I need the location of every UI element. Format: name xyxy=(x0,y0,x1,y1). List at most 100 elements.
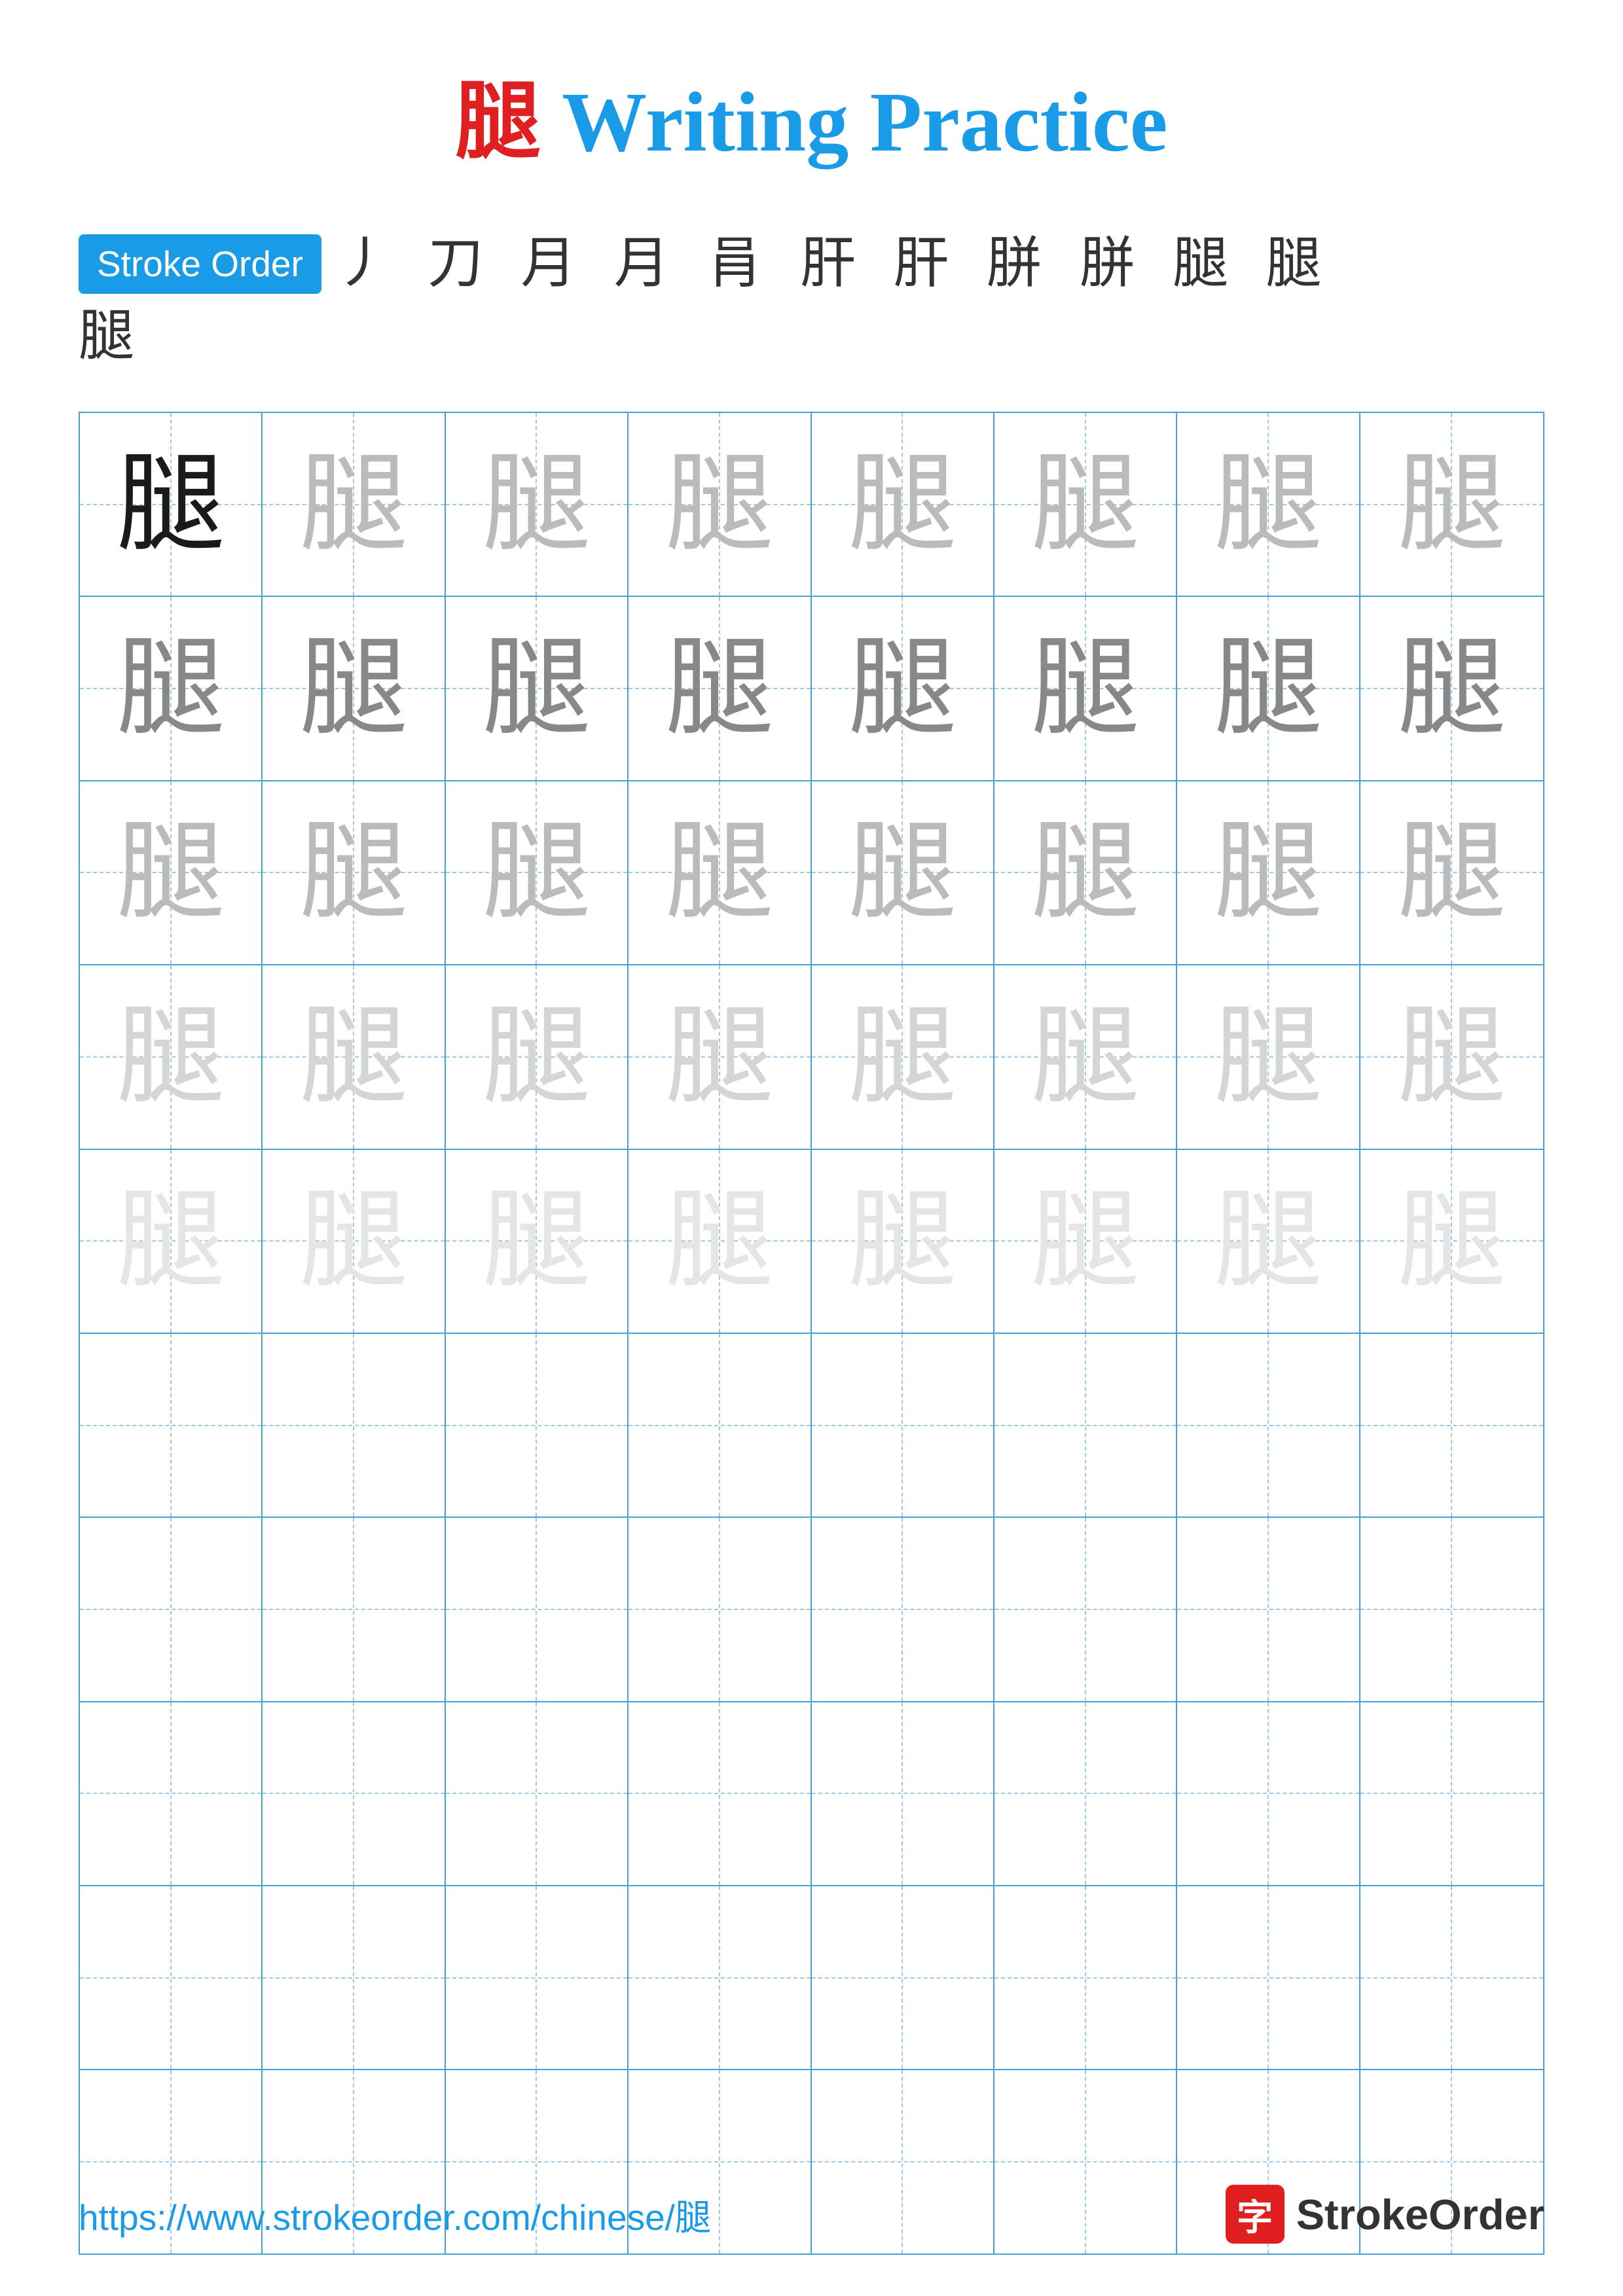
grid-row: 腿腿腿腿腿腿腿腿 xyxy=(80,413,1543,597)
page-container: 腿 Writing Practice Stroke Order 丿 刀 月 月 … xyxy=(0,0,1623,2296)
practice-char: 腿 xyxy=(483,819,591,927)
grid-cell xyxy=(263,1518,445,1700)
grid-row: 腿腿腿腿腿腿腿腿 xyxy=(80,965,1543,1149)
practice-char: 腿 xyxy=(117,450,225,558)
practice-char: 腿 xyxy=(1214,819,1322,927)
grid-row xyxy=(80,1518,1543,1702)
practice-char: 腿 xyxy=(848,819,957,927)
grid-cell: 腿 xyxy=(80,413,263,596)
grid-cell: 腿 xyxy=(994,1150,1177,1333)
grid-cell: 腿 xyxy=(994,597,1177,780)
grid-cell: 腿 xyxy=(1360,965,1543,1148)
grid-cell xyxy=(80,1702,263,1885)
footer-url: https://www.strokeorder.com/chinese/腿 xyxy=(79,2188,711,2240)
footer-logo-text: StrokeOrder xyxy=(1296,2190,1544,2239)
practice-char: 腿 xyxy=(1214,1003,1322,1111)
grid-cell: 腿 xyxy=(1177,781,1360,964)
grid-cell: 腿 xyxy=(994,781,1177,964)
grid-cell: 腿 xyxy=(1360,413,1543,596)
grid-cell: 腿 xyxy=(994,413,1177,596)
grid-cell: 腿 xyxy=(80,597,263,780)
practice-char: 腿 xyxy=(483,635,591,743)
grid-cell xyxy=(1360,1886,1543,2069)
stroke-chars-line2: 腿 xyxy=(79,306,146,367)
grid-cell xyxy=(80,1518,263,1700)
page-title: 腿 Writing Practice xyxy=(456,52,1168,175)
grid-cell xyxy=(1177,1702,1360,1885)
practice-char: 腿 xyxy=(1398,635,1506,743)
practice-char: 腿 xyxy=(665,819,773,927)
grid-row xyxy=(80,1886,1543,2070)
grid-cell xyxy=(446,1334,629,1516)
grid-cell xyxy=(1360,1702,1543,1885)
grid-cell: 腿 xyxy=(994,965,1177,1148)
grid-cell xyxy=(812,1886,994,2069)
grid-row xyxy=(80,1702,1543,1886)
grid-cell xyxy=(994,1334,1177,1516)
stroke-chars-line1: 丿 刀 月 月 肙 肝 肝 胼 胼 腿 腿 xyxy=(335,228,1334,300)
stroke-order-badge: Stroke Order xyxy=(79,234,321,295)
practice-char: 腿 xyxy=(1214,450,1322,558)
grid-cell xyxy=(80,1334,263,1516)
grid-cell: 腿 xyxy=(263,781,445,964)
grid-cell xyxy=(629,1518,811,1700)
practice-char: 腿 xyxy=(300,1187,408,1295)
practice-char: 腿 xyxy=(665,1187,773,1295)
practice-char: 腿 xyxy=(1031,1003,1139,1111)
practice-char: 腿 xyxy=(483,1187,591,1295)
practice-char: 腿 xyxy=(1214,1187,1322,1295)
stroke-order-section: Stroke Order 丿 刀 月 月 肙 肝 肝 胼 胼 腿 腿 腿 xyxy=(79,228,1544,372)
grid-cell: 腿 xyxy=(629,965,811,1148)
grid-cell xyxy=(1360,1334,1543,1516)
grid-cell xyxy=(1177,1886,1360,2069)
grid-cell: 腿 xyxy=(446,1150,629,1333)
grid-cell: 腿 xyxy=(1177,1150,1360,1333)
footer: https://www.strokeorder.com/chinese/腿 字 … xyxy=(0,2185,1623,2244)
practice-char: 腿 xyxy=(1398,1003,1506,1111)
practice-char: 腿 xyxy=(117,635,225,743)
practice-char: 腿 xyxy=(848,1003,957,1111)
grid-cell: 腿 xyxy=(1177,965,1360,1148)
practice-grid: 腿腿腿腿腿腿腿腿腿腿腿腿腿腿腿腿腿腿腿腿腿腿腿腿腿腿腿腿腿腿腿腿腿腿腿腿腿腿腿腿 xyxy=(79,412,1544,2255)
grid-cell: 腿 xyxy=(263,413,445,596)
grid-row: 腿腿腿腿腿腿腿腿 xyxy=(80,597,1543,781)
grid-row: 腿腿腿腿腿腿腿腿 xyxy=(80,1150,1543,1334)
practice-char: 腿 xyxy=(117,1003,225,1111)
grid-cell xyxy=(263,1702,445,1885)
grid-cell: 腿 xyxy=(1360,1150,1543,1333)
grid-cell: 腿 xyxy=(629,781,811,964)
grid-cell xyxy=(80,1886,263,2069)
practice-char: 腿 xyxy=(300,1003,408,1111)
grid-cell xyxy=(1177,1334,1360,1516)
grid-cell xyxy=(263,1334,445,1516)
practice-char: 腿 xyxy=(1031,635,1139,743)
grid-cell: 腿 xyxy=(446,413,629,596)
grid-cell xyxy=(446,1886,629,2069)
practice-char: 腿 xyxy=(848,635,957,743)
grid-cell: 腿 xyxy=(812,781,994,964)
practice-char: 腿 xyxy=(483,1003,591,1111)
grid-cell xyxy=(1177,1518,1360,1700)
grid-cell: 腿 xyxy=(80,781,263,964)
grid-cell: 腿 xyxy=(263,965,445,1148)
practice-char: 腿 xyxy=(665,635,773,743)
grid-cell xyxy=(812,1702,994,1885)
grid-cell xyxy=(446,1518,629,1700)
grid-cell xyxy=(1360,1518,1543,1700)
grid-cell xyxy=(994,1518,1177,1700)
practice-char: 腿 xyxy=(1398,450,1506,558)
practice-char: 腿 xyxy=(848,450,957,558)
practice-char: 腿 xyxy=(483,450,591,558)
grid-cell: 腿 xyxy=(80,1150,263,1333)
practice-char: 腿 xyxy=(1214,635,1322,743)
grid-cell: 腿 xyxy=(446,597,629,780)
practice-char: 腿 xyxy=(300,450,408,558)
practice-char: 腿 xyxy=(300,819,408,927)
practice-char: 腿 xyxy=(1031,450,1139,558)
grid-row xyxy=(80,1334,1543,1518)
title-chinese-char: 腿 xyxy=(456,75,541,170)
grid-cell: 腿 xyxy=(629,597,811,780)
grid-cell: 腿 xyxy=(263,597,445,780)
grid-cell: 腿 xyxy=(629,1150,811,1333)
practice-char: 腿 xyxy=(1398,819,1506,927)
